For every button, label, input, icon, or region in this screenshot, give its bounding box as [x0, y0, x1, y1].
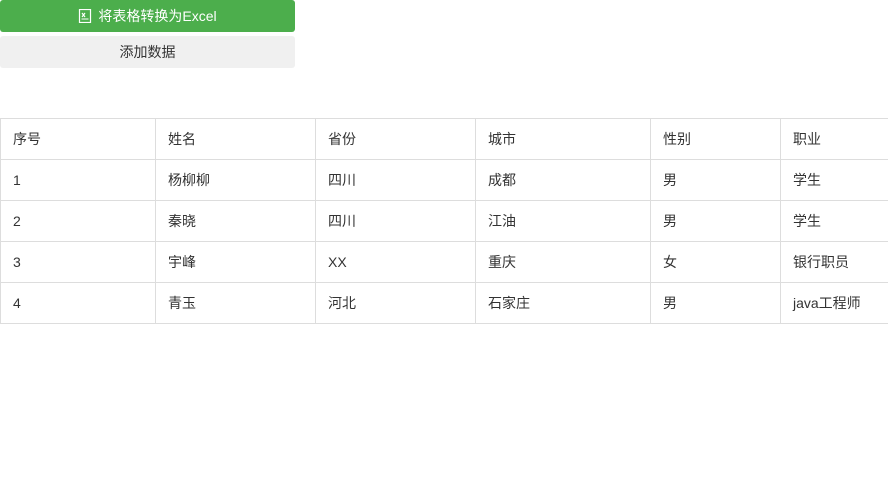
- table-cell: 重庆: [476, 242, 651, 283]
- table-row: 2 秦晓 四川 江油 男 学生: [1, 201, 888, 242]
- table-header-cell: 姓名: [156, 119, 316, 160]
- table-container: 序号 姓名 省份 城市 性别 职业 1 杨柳柳 四川 成都 男 学生 2 秦晓 …: [0, 118, 888, 324]
- table-cell: 四川: [316, 160, 476, 201]
- table-cell: 河北: [316, 283, 476, 324]
- excel-file-icon: [78, 9, 92, 23]
- table-cell: 学生: [781, 201, 888, 242]
- export-excel-button[interactable]: 将表格转换为Excel: [0, 0, 295, 32]
- add-data-button[interactable]: 添加数据: [0, 36, 295, 68]
- table-header-cell: 城市: [476, 119, 651, 160]
- toolbar: 将表格转换为Excel 添加数据: [0, 0, 888, 68]
- table-cell: java工程师: [781, 283, 888, 324]
- table-row: 1 杨柳柳 四川 成都 男 学生: [1, 160, 888, 201]
- table-cell: 四川: [316, 201, 476, 242]
- table-header-row: 序号 姓名 省份 城市 性别 职业: [1, 119, 888, 160]
- table-cell: 学生: [781, 160, 888, 201]
- table-row: 3 宇峰 XX 重庆 女 银行职员: [1, 242, 888, 283]
- table-cell: 银行职员: [781, 242, 888, 283]
- table-cell: 秦晓: [156, 201, 316, 242]
- table-cell: 成都: [476, 160, 651, 201]
- table-header-cell: 性别: [651, 119, 781, 160]
- table-cell: 男: [651, 283, 781, 324]
- table-cell: 1: [1, 160, 156, 201]
- data-table: 序号 姓名 省份 城市 性别 职业 1 杨柳柳 四川 成都 男 学生 2 秦晓 …: [0, 118, 888, 324]
- table-cell: 2: [1, 201, 156, 242]
- table-header-cell: 职业: [781, 119, 888, 160]
- export-excel-label: 将表格转换为Excel: [98, 6, 216, 26]
- add-data-label: 添加数据: [120, 42, 176, 62]
- table-cell: 杨柳柳: [156, 160, 316, 201]
- table-cell: 宇峰: [156, 242, 316, 283]
- table-header-cell: 序号: [1, 119, 156, 160]
- table-row: 4 青玉 河北 石家庄 男 java工程师: [1, 283, 888, 324]
- table-cell: XX: [316, 242, 476, 283]
- table-header-cell: 省份: [316, 119, 476, 160]
- table-cell: 男: [651, 201, 781, 242]
- table-cell: 江油: [476, 201, 651, 242]
- table-cell: 3: [1, 242, 156, 283]
- table-cell: 4: [1, 283, 156, 324]
- table-cell: 石家庄: [476, 283, 651, 324]
- table-cell: 男: [651, 160, 781, 201]
- table-cell: 青玉: [156, 283, 316, 324]
- table-cell: 女: [651, 242, 781, 283]
